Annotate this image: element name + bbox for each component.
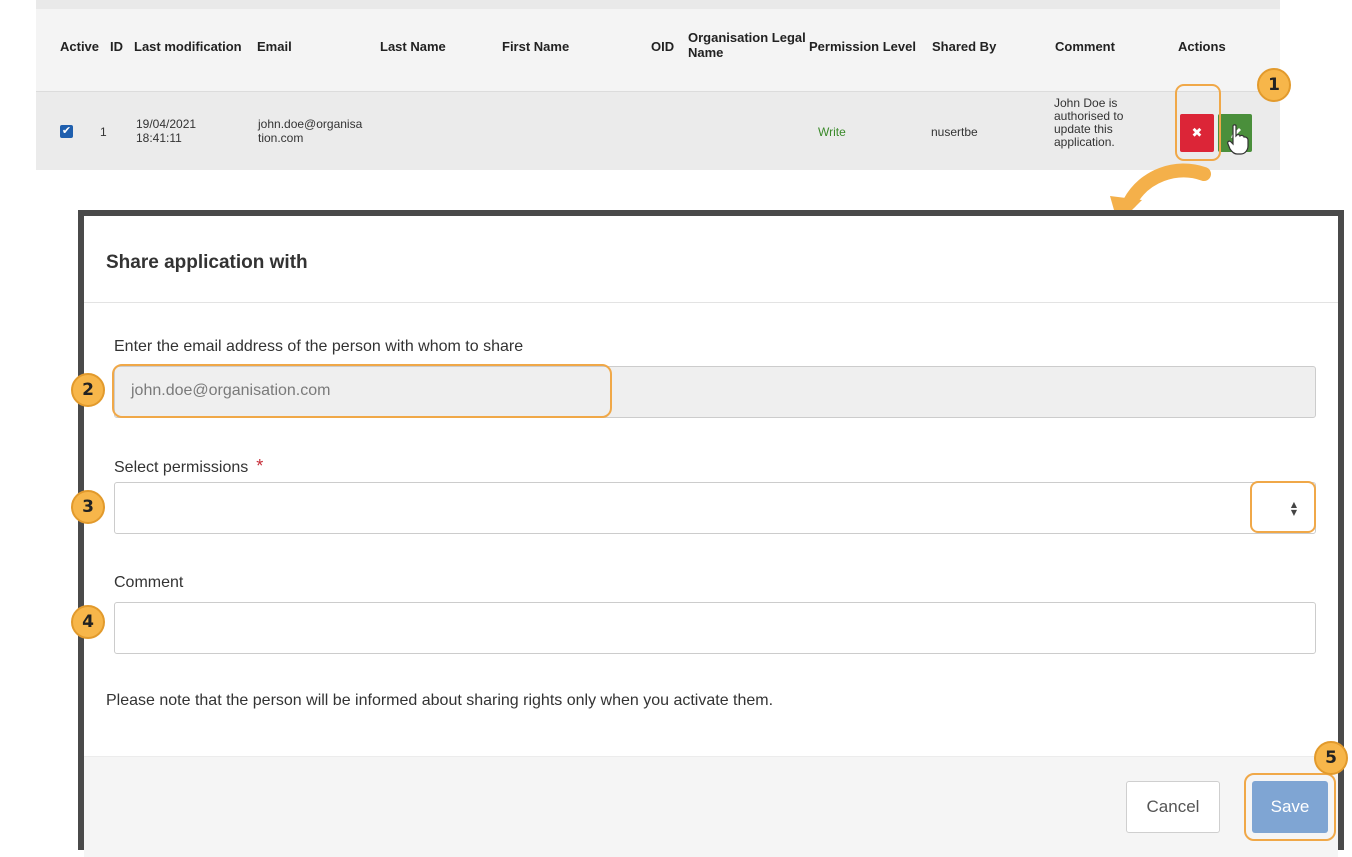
permissions-select[interactable]: ▲ ▼	[114, 482, 1316, 534]
cell-email-line2: tion.com	[258, 131, 304, 145]
permissions-label: Select permissions *	[114, 456, 263, 477]
cell-email-line1: john.doe@organisa	[258, 117, 363, 131]
header-last-name: Last Name	[380, 39, 446, 54]
table-header: Active ID Last modification Email Last N…	[36, 9, 1280, 91]
modal-title: Share application with	[106, 252, 308, 273]
header-org-legal-name-line1: Organisation Legal	[688, 30, 806, 45]
header-id: ID	[110, 39, 123, 54]
table-row: ✔ 1 19/04/2021 18:41:11 john.doe@organis…	[36, 91, 1280, 170]
shared-users-table: Active ID Last modification Email Last N…	[36, 0, 1280, 170]
header-oid: OID	[651, 39, 675, 54]
modal-footer: Cancel Save	[84, 756, 1338, 857]
email-field-highlight	[112, 364, 612, 418]
active-checkbox[interactable]: ✔	[60, 125, 73, 138]
hand-pointer-icon	[1227, 124, 1249, 155]
sharing-note: Please note that the person will be info…	[106, 692, 774, 709]
cell-email: john.doe@organisa tion.com	[258, 117, 362, 145]
callout-badge-3: 3	[71, 490, 105, 524]
permissions-label-text: Select permissions	[114, 459, 249, 476]
cell-permission-level: Write	[818, 125, 846, 139]
callout-badge-4: 4	[71, 605, 105, 639]
required-marker: *	[256, 456, 264, 476]
header-actions: Actions	[1178, 39, 1226, 54]
cell-comment-line3: update this	[1054, 122, 1113, 136]
edit-button-highlight	[1175, 84, 1221, 161]
cell-comment-line2: authorised to	[1054, 109, 1124, 123]
header-last-modification: Last modification	[134, 39, 242, 54]
header-active: Active	[60, 39, 100, 54]
modal-header: Share application with	[84, 216, 1338, 303]
header-first-name: First Name	[502, 39, 570, 54]
cancel-button[interactable]: Cancel	[1126, 781, 1220, 833]
header-org-legal-name: Organisation Legal Name	[688, 30, 806, 60]
check-icon: ✔	[61, 125, 72, 137]
cell-last-modification-time: 18:41:11	[136, 131, 182, 145]
email-label: Enter the email address of the person wi…	[114, 338, 524, 355]
callout-badge-5: 5	[1314, 741, 1348, 775]
callout-badge-1: 1	[1257, 68, 1291, 102]
comment-label: Comment	[114, 574, 184, 591]
save-button-highlight	[1244, 773, 1336, 841]
callout-badge-2: 2	[71, 373, 105, 407]
cell-last-modification-date: 19/04/2021	[136, 117, 197, 131]
header-email: Email	[257, 39, 292, 54]
cell-comment: John Doe is authorised to update this ap…	[1054, 97, 1123, 149]
cell-shared-by: nusertbe	[931, 125, 978, 139]
header-comment: Comment	[1055, 39, 1115, 54]
cell-comment-line4: application.	[1054, 135, 1115, 149]
cell-id: 1	[100, 125, 107, 139]
cell-last-modification: 19/04/2021 18:41:11	[136, 117, 196, 145]
header-org-legal-name-line2: Name	[688, 45, 724, 60]
permissions-select-highlight	[1250, 481, 1316, 533]
header-permission-level: Permission Level	[809, 39, 916, 54]
cell-comment-line1: John Doe is	[1054, 96, 1118, 110]
comment-field[interactable]	[114, 602, 1316, 654]
share-application-modal: Share application with Enter the email a…	[78, 210, 1344, 857]
header-shared-by: Shared By	[932, 39, 997, 54]
